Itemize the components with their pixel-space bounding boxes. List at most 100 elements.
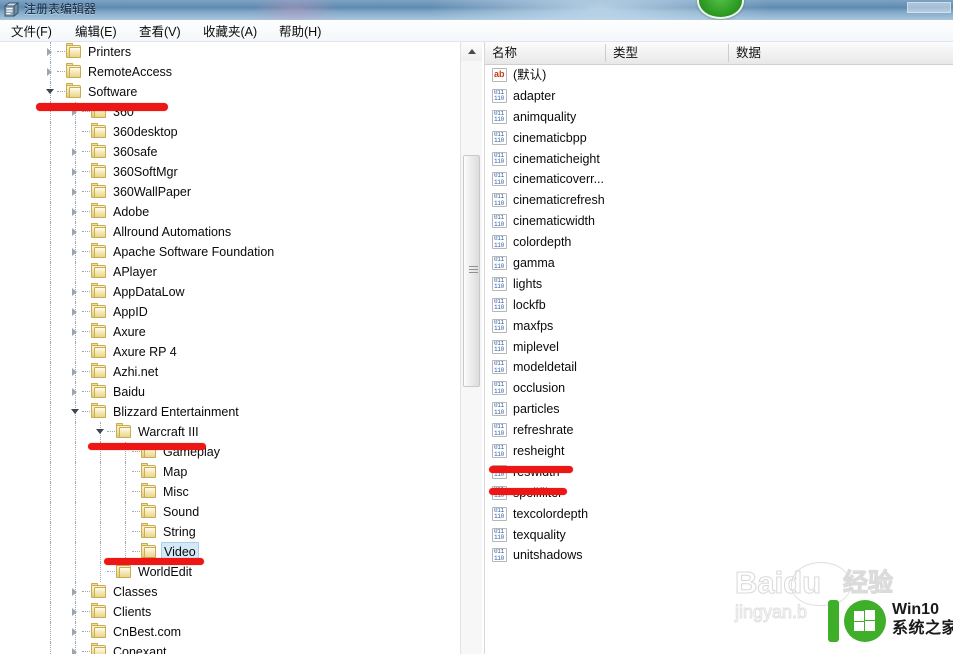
chevron-right-icon[interactable] — [70, 162, 82, 182]
tree-item-baidu[interactable]: Baidu — [0, 382, 456, 402]
menu-item-2[interactable]: 查看(V) — [136, 23, 184, 41]
tree-item-label[interactable]: Conexant — [111, 642, 169, 654]
value-row[interactable]: 011110colordepthREG_DWORD0x00000010 (16) — [485, 232, 953, 253]
tree-item-appdatalow[interactable]: AppDataLow — [0, 282, 456, 302]
chevron-right-icon[interactable] — [70, 242, 82, 262]
tree-item-apache-software-foundation[interactable]: Apache Software Foundation — [0, 242, 456, 262]
tree-item-label[interactable]: Baidu — [111, 382, 147, 402]
value-row[interactable]: 011110gammaREG_DWORD0x0000001e (30) — [485, 253, 953, 274]
tree-item-software[interactable]: Software — [0, 82, 456, 102]
tree-item-label[interactable]: Warcraft III — [136, 422, 201, 442]
menu-item-4[interactable]: 帮助(H) — [276, 23, 324, 41]
tree-item-label[interactable]: CnBest.com — [111, 622, 183, 642]
chevron-down-icon[interactable] — [95, 422, 107, 442]
tree-item-label[interactable]: Apache Software Foundation — [111, 242, 276, 262]
tree-item-360wallpaper[interactable]: 360WallPaper — [0, 182, 456, 202]
chevron-right-icon[interactable] — [70, 382, 82, 402]
tree-item-remoteaccess[interactable]: RemoteAccess — [0, 62, 456, 82]
tree-item-label[interactable]: Allround Automations — [111, 222, 233, 242]
tree-item-label[interactable]: Adobe — [111, 202, 151, 222]
tree-item-label[interactable]: Axure RP 4 — [111, 342, 179, 362]
value-row[interactable]: 011110reswidthREG_DWORD0x00000556 (1366) — [485, 462, 953, 483]
scroll-up-arrow-icon[interactable] — [461, 42, 482, 61]
chevron-right-icon[interactable] — [45, 42, 57, 62]
tree-item-clients[interactable]: Clients — [0, 602, 456, 622]
value-row[interactable]: (默认)REG_SZ(数值未设置) — [485, 65, 953, 86]
tree-item-label[interactable]: Video — [161, 542, 199, 562]
tree-item-map[interactable]: Map — [0, 462, 456, 482]
tree-item-string[interactable]: String — [0, 522, 456, 542]
tree-item-label[interactable]: Gameplay — [161, 442, 222, 462]
tree-item-label[interactable]: Clients — [111, 602, 153, 622]
chevron-right-icon[interactable] — [70, 642, 82, 654]
chevron-right-icon[interactable] — [45, 62, 57, 82]
chevron-right-icon[interactable] — [70, 142, 82, 162]
tree-item-printers[interactable]: Printers — [0, 42, 456, 62]
chevron-right-icon[interactable] — [70, 102, 82, 122]
tree-item-label[interactable]: Misc — [161, 482, 191, 502]
tree-item-conexant[interactable]: Conexant — [0, 642, 456, 654]
tree-item-video[interactable]: Video — [0, 542, 456, 562]
value-row[interactable]: 011110unitshadowsREG_DWORD0x00000001 (1) — [485, 545, 953, 566]
tree-item-label[interactable]: Azhi.net — [111, 362, 160, 382]
scrollbar-track[interactable] — [461, 61, 482, 654]
tree-item-label[interactable]: Sound — [161, 502, 201, 522]
chevron-right-icon[interactable] — [70, 602, 82, 622]
chevron-down-icon[interactable] — [45, 82, 57, 102]
tree-item-axure-rp-4[interactable]: Axure RP 4 — [0, 342, 456, 362]
tree-item-cnbest-com[interactable]: CnBest.com — [0, 622, 456, 642]
value-row[interactable]: 011110lightsREG_DWORD0x00000002 (2) — [485, 274, 953, 295]
tree-item-adobe[interactable]: Adobe — [0, 202, 456, 222]
tree-item-label[interactable]: WorldEdit — [136, 562, 194, 582]
tree-item-360desktop[interactable]: 360desktop — [0, 122, 456, 142]
chevron-right-icon[interactable] — [70, 582, 82, 602]
tree-item-label[interactable]: RemoteAccess — [86, 62, 174, 82]
tree-item-label[interactable]: APlayer — [111, 262, 159, 282]
tree-item-label[interactable]: Blizzard Entertainment — [111, 402, 241, 422]
column-header-name[interactable]: 名称 — [485, 42, 605, 64]
value-row[interactable]: 011110texqualityREG_DWORD0x00000002 (2) — [485, 525, 953, 546]
tree-item-azhi-net[interactable]: Azhi.net — [0, 362, 456, 382]
tree-item-axure[interactable]: Axure — [0, 322, 456, 342]
tree-item-360[interactable]: 360 — [0, 102, 456, 122]
value-row[interactable]: 011110cinematicrefreshREG_DWORD0x0000004… — [485, 190, 953, 211]
value-row[interactable]: 011110texcolordepthREG_DWORD0x00000020 (… — [485, 504, 953, 525]
tree-item-label[interactable]: 360desktop — [111, 122, 180, 142]
value-row[interactable]: 011110adapterREG_DWORD0x00000000 (0) — [485, 86, 953, 107]
tree-item-worldedit[interactable]: WorldEdit — [0, 562, 456, 582]
tree-item-label[interactable]: 360SoftMgr — [111, 162, 180, 182]
tree-item-misc[interactable]: Misc — [0, 482, 456, 502]
value-row[interactable]: 011110spellfilterREG_DWORD0x00000002 (2) — [485, 483, 953, 504]
value-row[interactable]: 011110cinematicwidthREG_DWORD0x00000320 … — [485, 211, 953, 232]
value-row[interactable]: 011110cinematicbppREG_DWORD0x00000020 (3… — [485, 128, 953, 149]
tree-item-label[interactable]: String — [161, 522, 198, 542]
value-row[interactable]: 011110particlesREG_DWORD0x00000002 (2) — [485, 399, 953, 420]
chevron-right-icon[interactable] — [70, 322, 82, 342]
chevron-right-icon[interactable] — [70, 302, 82, 322]
tree-item-blizzard-entertainment[interactable]: Blizzard Entertainment — [0, 402, 456, 422]
tree-item-classes[interactable]: Classes — [0, 582, 456, 602]
value-row[interactable]: 011110miplevelREG_DWORD0x00000000 (0) — [485, 337, 953, 358]
tree-item-sound[interactable]: Sound — [0, 502, 456, 522]
chevron-right-icon[interactable] — [70, 622, 82, 642]
chevron-right-icon[interactable] — [70, 202, 82, 222]
tree-item-label[interactable]: Printers — [86, 42, 133, 62]
tree-item-label[interactable]: 360WallPaper — [111, 182, 193, 202]
tree-item-label[interactable]: Software — [86, 82, 139, 102]
chevron-right-icon[interactable] — [70, 282, 82, 302]
column-header-data[interactable]: 数据 — [729, 42, 953, 64]
value-row[interactable]: 011110animqualityREG_DWORD0x00000002 (2) — [485, 107, 953, 128]
chevron-down-icon[interactable] — [70, 402, 82, 422]
scrollbar-thumb[interactable] — [463, 155, 480, 387]
tree-item-label[interactable]: Axure — [111, 322, 148, 342]
tree-vertical-scrollbar[interactable] — [460, 42, 481, 654]
value-row[interactable]: 011110modeldetailREG_DWORD0x00000001 (1) — [485, 357, 953, 378]
value-row[interactable]: 011110resheightREG_DWORD0x00000300 (768) — [485, 441, 953, 462]
tree-item-warcraft-iii[interactable]: Warcraft III — [0, 422, 456, 442]
tree-item-360safe[interactable]: 360safe — [0, 142, 456, 162]
value-row[interactable]: 011110occlusionREG_DWORD0x00000001 (1) — [485, 378, 953, 399]
tree-item-360softmgr[interactable]: 360SoftMgr — [0, 162, 456, 182]
value-row[interactable]: 011110cinematicoverr...REG_DWORD0x000000… — [485, 169, 953, 190]
tree-item-label[interactable]: AppID — [111, 302, 150, 322]
column-header-type[interactable]: 类型 — [606, 42, 728, 64]
